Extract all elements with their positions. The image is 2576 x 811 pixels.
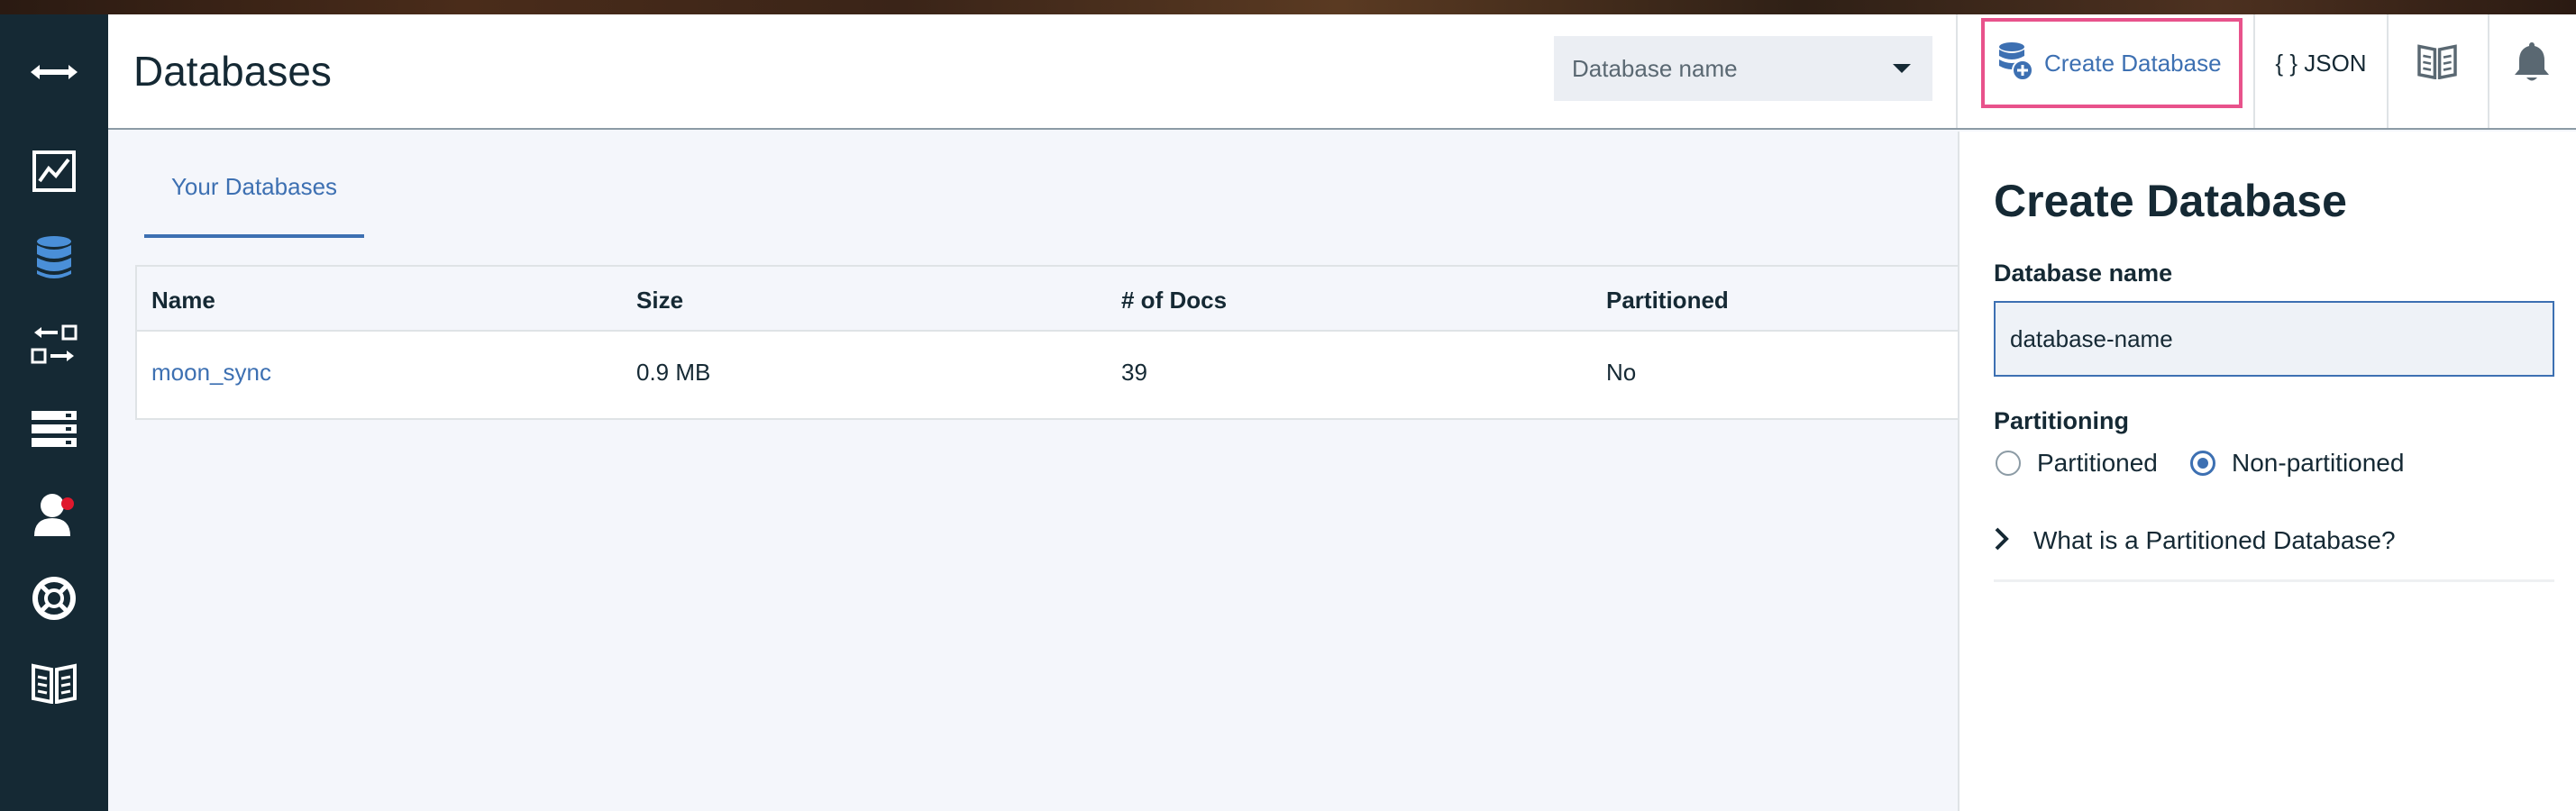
database-name-label: Database name — [1994, 260, 2173, 287]
header-divider — [2387, 14, 2389, 128]
database-name-select[interactable]: Database name — [1554, 36, 1932, 101]
databases-icon — [35, 234, 73, 281]
nav-support[interactable] — [0, 562, 108, 634]
tab-your-databases[interactable]: Your Databases — [144, 159, 364, 238]
left-navigation — [0, 14, 108, 811]
book-icon — [2417, 43, 2457, 84]
server-rack-icon — [32, 411, 77, 447]
active-tab-indicator — [144, 234, 364, 238]
header-divider — [1956, 14, 1958, 128]
json-label: { } JSON — [2275, 49, 2367, 77]
json-view-button[interactable]: { } JSON — [2255, 18, 2387, 108]
partitioned-radio-option[interactable]: Partitioned — [1996, 449, 2158, 478]
page-title: Databases — [133, 48, 332, 95]
top-background-strip — [0, 0, 2576, 14]
monitoring-chart-icon — [32, 150, 76, 192]
notifications-button[interactable] — [2488, 18, 2576, 108]
notification-dot — [61, 497, 74, 510]
partitioning-label: Partitioning — [1994, 407, 2129, 434]
bell-icon — [2514, 41, 2550, 87]
create-database-label: Create Database — [2044, 49, 2222, 77]
partitioned-radio-label: Partitioned — [2037, 449, 2158, 477]
database-name-input[interactable] — [1994, 301, 2554, 377]
nav-servers[interactable] — [0, 393, 108, 465]
accordion-label: What is a Partitioned Database? — [2033, 526, 2396, 554]
non-partitioned-radio-label: Non-partitioned — [2232, 449, 2405, 477]
partitioned-info-accordion[interactable]: What is a Partitioned Database? — [1994, 510, 2554, 582]
nav-monitoring[interactable] — [0, 135, 108, 207]
non-partitioned-radio[interactable] — [2190, 451, 2215, 476]
chevron-right-icon — [1994, 526, 2010, 556]
replication-icon — [31, 324, 78, 364]
table-header-row: Name Size # of Docs Partitioned — [137, 267, 1958, 332]
database-add-icon — [1997, 41, 2033, 86]
column-header-partitioned[interactable]: Partitioned — [1606, 287, 1729, 314]
table-row: moon_sync 0.9 MB 39 No — [137, 332, 1958, 418]
caret-down-icon — [1893, 64, 1911, 73]
lifebuoy-support-icon — [32, 576, 77, 621]
nav-documentation[interactable] — [0, 647, 108, 719]
expand-arrows-icon — [29, 61, 79, 83]
databases-table: Name Size # of Docs Partitioned moon_syn… — [135, 265, 1959, 420]
non-partitioned-radio-option[interactable]: Non-partitioned — [2190, 449, 2404, 478]
database-doc-count: 39 — [1121, 359, 1147, 386]
create-database-tray: Create Database Database name Partitioni… — [1958, 132, 2576, 811]
tab-label: Your Databases — [170, 173, 338, 200]
database-name-link[interactable]: moon_sync — [151, 359, 271, 387]
nav-databases[interactable] — [0, 222, 108, 294]
tray-title: Create Database — [1994, 176, 2347, 226]
partitioned-radio[interactable] — [1996, 451, 2021, 476]
nav-expand-button[interactable] — [0, 36, 108, 108]
database-partitioned: No — [1606, 359, 1637, 386]
documentation-button[interactable] — [2390, 18, 2484, 108]
nav-account[interactable] — [0, 478, 108, 550]
database-select-placeholder: Database name — [1572, 54, 1738, 82]
column-header-name[interactable]: Name — [151, 287, 215, 314]
nav-replication[interactable] — [0, 308, 108, 380]
documentation-book-icon — [32, 662, 77, 704]
database-size: 0.9 MB — [636, 359, 711, 386]
column-header-docs[interactable]: # of Docs — [1121, 287, 1227, 314]
column-header-size[interactable]: Size — [636, 287, 683, 314]
create-database-button[interactable]: Create Database — [1981, 18, 2243, 108]
